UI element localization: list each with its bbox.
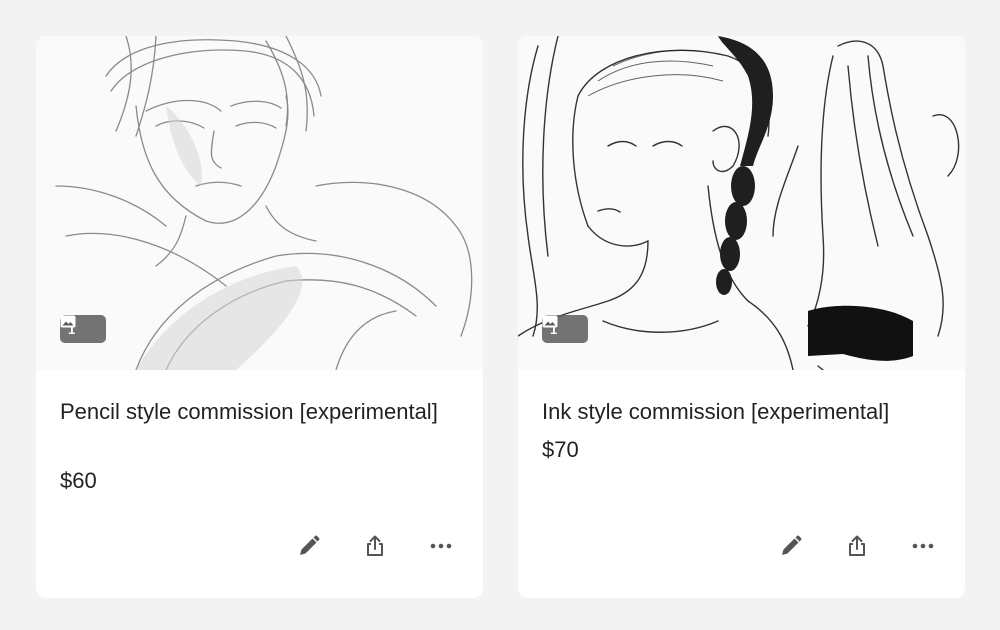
listing-title[interactable]: Ink style commission [experimental] (542, 396, 942, 427)
share-icon (849, 535, 865, 556)
more-icon (912, 543, 934, 549)
share-button[interactable] (841, 530, 873, 562)
edit-button[interactable] (293, 530, 325, 562)
listing-title[interactable]: Pencil style commission [experimental] (60, 396, 460, 427)
image-icon (542, 315, 558, 328)
listing-thumbnail[interactable]: 1 (36, 36, 483, 370)
edit-icon (782, 535, 802, 555)
listing-actions (259, 530, 457, 562)
share-button[interactable] (359, 530, 391, 562)
listing-actions (741, 530, 939, 562)
more-options-button[interactable] (425, 530, 457, 562)
listing-card[interactable]: 1 Ink style commission [experimental] $7… (518, 36, 965, 598)
share-icon (367, 535, 383, 556)
listing-thumbnail[interactable]: 1 (518, 36, 965, 370)
edit-icon (300, 535, 320, 555)
more-options-button[interactable] (907, 530, 939, 562)
image-icon (60, 315, 76, 328)
photo-count-badge: 1 (60, 315, 106, 343)
photo-count-badge: 1 (542, 315, 588, 343)
listing-card[interactable]: 1 Pencil style commission [experimental]… (36, 36, 483, 598)
listing-price: $70 (542, 437, 579, 462)
listing-price: $60 (60, 468, 97, 493)
more-icon (430, 543, 452, 549)
edit-button[interactable] (775, 530, 807, 562)
